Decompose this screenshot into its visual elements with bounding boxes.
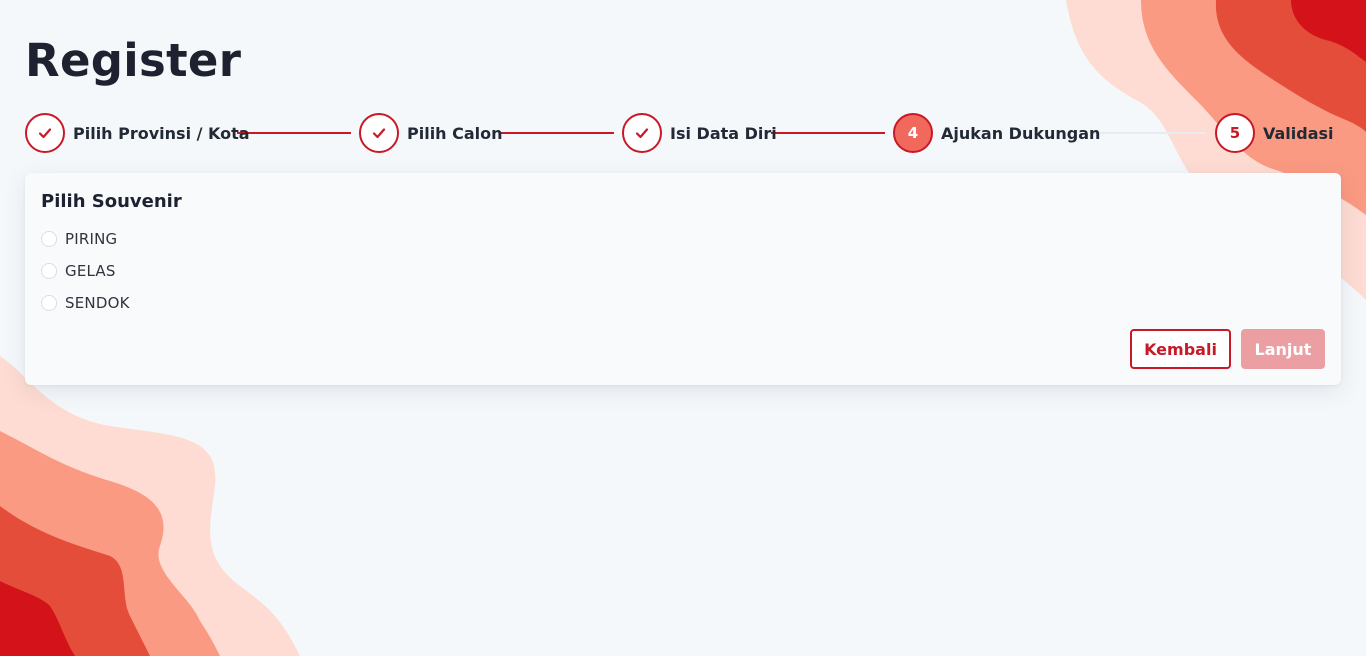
step-circle (359, 113, 399, 153)
step-ajukan-dukungan: 4 Ajukan Dukungan (893, 113, 1100, 153)
check-icon (372, 128, 386, 139)
souvenir-radio-group: PIRING GELAS SENDOK (41, 223, 130, 319)
step-number: 5 (1215, 113, 1255, 153)
check-icon (635, 128, 649, 139)
option-label: PIRING (65, 230, 118, 248)
step-connector (1092, 132, 1206, 134)
step-label: Validasi (1263, 123, 1334, 143)
register-page: Register Pilih Provinsi / Kota Pilih Cal… (0, 0, 1366, 656)
progress-stepper: Pilih Provinsi / Kota Pilih Calon Isi Da… (25, 113, 1341, 153)
check-icon (38, 128, 52, 139)
page-title: Register (25, 34, 242, 87)
souvenir-card: Pilih Souvenir PIRING GELAS SENDOK Kemba… (25, 173, 1341, 385)
souvenir-option-gelas[interactable]: GELAS (41, 255, 130, 287)
souvenir-option-piring[interactable]: PIRING (41, 223, 130, 255)
next-button[interactable]: Lanjut (1241, 329, 1325, 369)
step-label: Isi Data Diri (670, 123, 777, 143)
back-button[interactable]: Kembali (1130, 329, 1231, 369)
souvenir-option-sendok[interactable]: SENDOK (41, 287, 130, 319)
step-circle (622, 113, 662, 153)
step-number: 4 (893, 113, 933, 153)
option-label: GELAS (65, 262, 116, 280)
step-connector (500, 132, 614, 134)
radio-button[interactable] (41, 231, 57, 247)
step-label: Pilih Provinsi / Kota (73, 123, 250, 143)
step-circle (25, 113, 65, 153)
step-pilih-calon: Pilih Calon (359, 113, 503, 153)
step-pilih-provinsi-kota: Pilih Provinsi / Kota (25, 113, 250, 153)
radio-button[interactable] (41, 263, 57, 279)
step-connector (771, 132, 885, 134)
option-label: SENDOK (65, 294, 130, 312)
step-connector (237, 132, 351, 134)
card-title: Pilih Souvenir (41, 191, 182, 212)
radio-button[interactable] (41, 295, 57, 311)
step-label: Ajukan Dukungan (941, 123, 1101, 143)
step-validasi: 5 Validasi (1215, 113, 1334, 153)
step-isi-data-diri: Isi Data Diri (622, 113, 777, 153)
decorative-wave-bottom-left (0, 356, 300, 656)
step-label: Pilih Calon (407, 123, 503, 143)
